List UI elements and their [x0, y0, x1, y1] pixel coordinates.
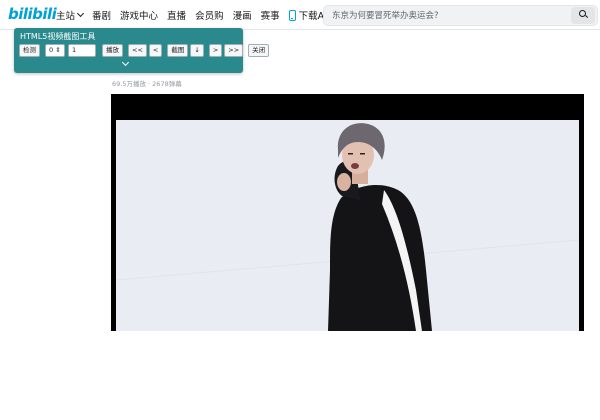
download-button[interactable]: ↓ [190, 44, 204, 57]
detect-button[interactable]: 检测 [19, 44, 40, 57]
search-box [323, 5, 598, 26]
tool-title: HTML5视频截图工具 [20, 32, 96, 41]
video-index-select[interactable]: 0 ⇕ [45, 44, 65, 57]
top-nav: 主站 番剧 游戏中心 直播 会员购 漫画 赛事 下载APP [56, 0, 345, 30]
search-icon-handle [584, 15, 589, 19]
nav-item-mall[interactable]: 会员购 [195, 8, 224, 22]
bilibili-logo[interactable]: bilibili [8, 5, 57, 23]
forward-button[interactable]: > [208, 44, 223, 57]
video-screenshot-tool-panel: HTML5视频截图工具 检测 0 ⇕ 1 播放 << < 截图 ↓ > >> 关… [14, 28, 270, 73]
nav-item-esports[interactable]: 赛事 [261, 8, 280, 22]
nav-item-game-center[interactable]: 游戏中心 [120, 8, 158, 22]
nav-item-manga[interactable]: 漫画 [233, 8, 252, 22]
video-frame[interactable] [116, 120, 579, 331]
forward-fast-button[interactable]: >> [224, 44, 244, 57]
search-button[interactable] [571, 7, 595, 24]
rewind-button[interactable]: < [148, 44, 163, 57]
video-stats: 69.5万播放 · 2678弹幕 [112, 80, 182, 88]
chevron-down-icon [76, 9, 85, 18]
chevron-down-icon [121, 58, 130, 67]
tool-controls: 检测 0 ⇕ 1 播放 << < 截图 ↓ > >> 关闭 [19, 44, 271, 57]
step-input[interactable]: 1 [68, 44, 96, 57]
rewind-fast-button[interactable]: << [128, 44, 147, 57]
capture-button[interactable]: 截图 [167, 44, 189, 57]
video-frame-image [116, 120, 579, 331]
nav-item-live[interactable]: 直播 [167, 8, 186, 22]
collapse-toggle[interactable] [121, 58, 130, 67]
close-button[interactable]: 关闭 [248, 44, 270, 57]
top-header: bilibili 主站 番剧 游戏中心 直播 会员购 漫画 赛事 下载APP [0, 0, 600, 30]
nav-item-main[interactable]: 主站 [56, 8, 85, 22]
video-player[interactable] [111, 94, 584, 331]
phone-icon [288, 9, 296, 21]
nav-item-main-label: 主站 [56, 11, 76, 22]
search-input[interactable] [332, 9, 562, 23]
play-button[interactable]: 播放 [102, 44, 123, 57]
nav-item-anime[interactable]: 番剧 [92, 8, 111, 22]
